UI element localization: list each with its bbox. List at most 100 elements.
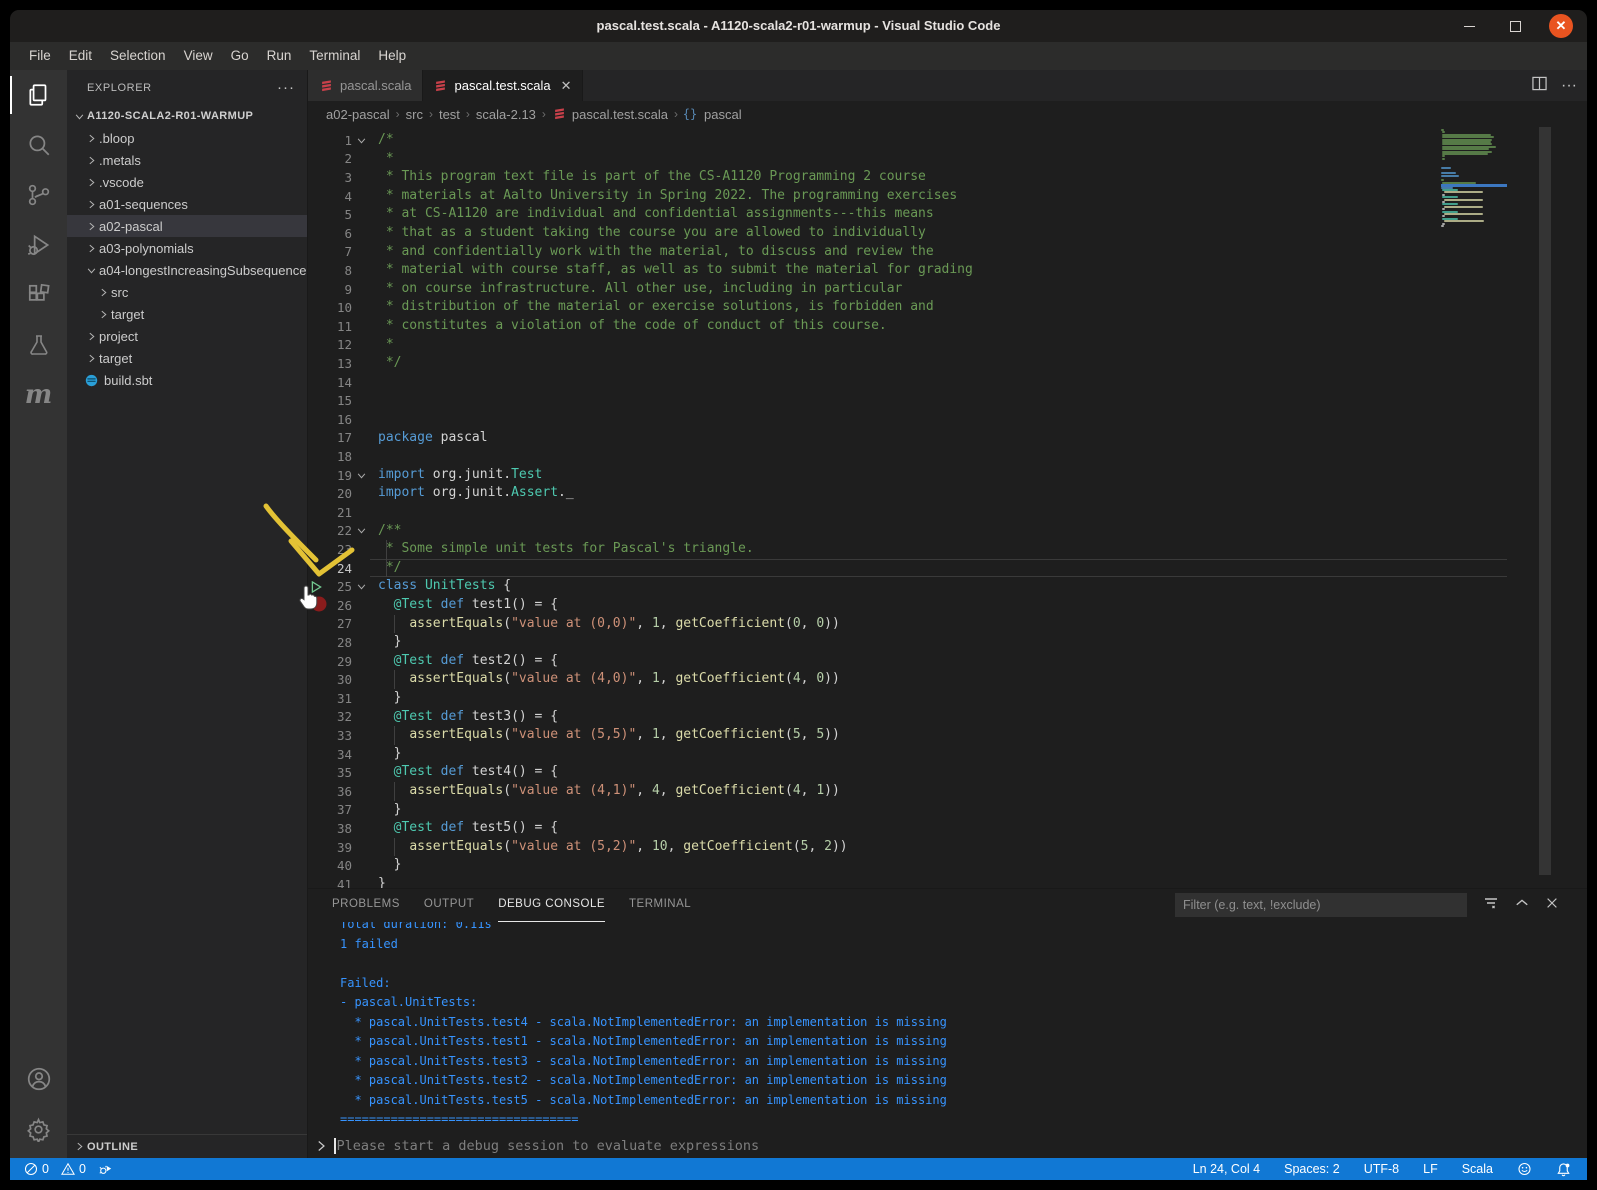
code-line-28[interactable]: 28 } [308,633,1507,652]
status-errors[interactable]: 0 [20,1162,53,1176]
activity-run-and-debug[interactable] [10,220,67,270]
status-warnings[interactable]: 0 [57,1162,90,1176]
code-line-27[interactable]: 27 assertEquals("value at (0,0)", 1, get… [308,615,1507,634]
panel-tab-debug-console[interactable]: DEBUG CONSOLE [498,889,605,922]
breadcrumb-test[interactable]: test [439,107,460,122]
code-line-9[interactable]: 9 * on course infrastructure. All other … [308,280,1507,299]
code-line-1[interactable]: 1/* [308,131,1507,150]
breadcrumb-src[interactable]: src [406,107,423,122]
code-line-10[interactable]: 10 * distribution of the material or exe… [308,298,1507,317]
menu-selection[interactable]: Selection [101,42,175,70]
code-line-2[interactable]: 2 * [308,150,1507,169]
tree-item-a04-longestincreasingsubsequence[interactable]: a04-longestIncreasingSubsequence [67,259,307,281]
tree-item-project[interactable]: project [67,325,307,347]
explorer-more-actions-icon[interactable]: ··· [277,79,295,96]
tree-item-a1120-scala2-r01-warmup[interactable]: A1120-SCALA2-R01-WARMUP [67,105,307,127]
run-test-icon[interactable] [308,581,324,593]
panel-tab-output[interactable]: OUTPUT [424,889,474,922]
fold-chevron-icon[interactable] [352,471,370,480]
tree-item-target[interactable]: target [67,347,307,369]
code-line-26[interactable]: 26 @Test def test1() = { [308,596,1507,615]
code-line-19[interactable]: 19import org.junit.Test [308,466,1507,485]
code-line-39[interactable]: 39 assertEquals("value at (5,2)", 10, ge… [308,838,1507,857]
maximize-button[interactable] [1503,14,1527,38]
title-bar[interactable]: pascal.test.scala - A1120-scala2-r01-war… [10,10,1587,42]
activity-source-control[interactable] [10,170,67,220]
fold-chevron-icon[interactable] [352,582,370,591]
menu-edit[interactable]: Edit [60,42,101,70]
panel-tab-problems[interactable]: PROBLEMS [332,889,400,922]
outline-section[interactable]: OUTLINE [67,1134,307,1158]
status-debug-status[interactable] [94,1162,117,1176]
status-feedback[interactable] [1517,1162,1532,1176]
tree-item-.vscode[interactable]: .vscode [67,171,307,193]
console-filter-input[interactable] [1175,893,1467,917]
tree-item-target[interactable]: target [67,303,307,325]
code-line-17[interactable]: 17package pascal [308,429,1507,448]
tree-item-a01-sequences[interactable]: a01-sequences [67,193,307,215]
code-line-37[interactable]: 37 } [308,801,1507,820]
code-line-11[interactable]: 11 * constitutes a violation of the code… [308,317,1507,336]
tree-item-build.sbt[interactable]: build.sbt [67,369,307,391]
code-line-6[interactable]: 6 * that as a student taking the course … [308,224,1507,243]
breadcrumb-pascal.test.scala[interactable]: pascal.test.scala [552,107,668,122]
activity-accounts[interactable] [10,1054,67,1104]
tab-pascal.scala[interactable]: pascal.scala [308,70,423,101]
code-line-38[interactable]: 38 @Test def test5() = { [308,819,1507,838]
menu-run[interactable]: Run [258,42,301,70]
panel-tab-terminal[interactable]: TERMINAL [629,889,691,922]
code-line-8[interactable]: 8 * material with course staff, as well … [308,261,1507,280]
tree-item-a02-pascal[interactable]: a02-pascal [67,215,307,237]
tab-pascal.test.scala[interactable]: pascal.test.scala✕ [423,70,583,101]
code-line-35[interactable]: 35 @Test def test4() = { [308,763,1507,782]
close-tab-icon[interactable]: ✕ [561,78,572,94]
code-line-12[interactable]: 12 * [308,336,1507,355]
status-encoding[interactable]: UTF-8 [1364,1162,1399,1176]
code-line-41[interactable]: 41} [308,875,1507,888]
menu-view[interactable]: View [175,42,222,70]
tree-item-src[interactable]: src [67,281,307,303]
breadcrumb-a02-pascal[interactable]: a02-pascal [326,107,390,122]
breadcrumb-pascal[interactable]: {}pascal [684,107,742,122]
code-line-7[interactable]: 7 * and confidentially work with the mat… [308,243,1507,262]
code-line-24[interactable]: 24 */ [308,559,1507,578]
menu-help[interactable]: Help [369,42,415,70]
code-line-32[interactable]: 32 @Test def test3() = { [308,708,1507,727]
code-line-5[interactable]: 5 * at CS-A1120 are individual and confi… [308,205,1507,224]
maximize-panel-icon[interactable] [1515,896,1529,915]
menu-go[interactable]: Go [222,42,258,70]
fold-chevron-icon[interactable] [352,136,370,145]
tree-item-.metals[interactable]: .metals [67,149,307,171]
tree-item-.bloop[interactable]: .bloop [67,127,307,149]
activity-settings[interactable] [10,1104,67,1154]
status-language-mode[interactable]: Scala [1462,1162,1493,1176]
activity-search[interactable] [10,120,67,170]
more-actions-icon[interactable]: ··· [1561,77,1577,95]
code-editor[interactable]: 1/*2 *3 * This program text file is part… [308,127,1587,888]
code-line-20[interactable]: 20import org.junit.Assert._ [308,484,1507,503]
code-line-14[interactable]: 14 [308,373,1507,392]
code-line-16[interactable]: 16 [308,410,1507,429]
code-line-23[interactable]: 23 * Some simple unit tests for Pascal's… [308,540,1507,559]
fold-chevron-icon[interactable] [352,526,370,535]
activity-testing[interactable] [10,320,67,370]
split-editor-icon[interactable] [1532,76,1547,96]
activity-metals[interactable]: m [10,370,67,420]
code-line-18[interactable]: 18 [308,447,1507,466]
code-line-40[interactable]: 40 } [308,856,1507,875]
status-notifications[interactable] [1556,1162,1571,1177]
code-line-30[interactable]: 30 assertEquals("value at (4,0)", 1, get… [308,670,1507,689]
menu-terminal[interactable]: Terminal [300,42,369,70]
vertical-scrollbar[interactable] [1539,127,1551,875]
code-line-25[interactable]: 25class UnitTests { [308,577,1507,596]
code-line-22[interactable]: 22/** [308,522,1507,541]
code-line-4[interactable]: 4 * materials at Aalto University in Spr… [308,187,1507,206]
activity-explorer[interactable] [10,70,67,120]
menu-file[interactable]: File [20,42,60,70]
debug-console-input[interactable]: Please start a debug session to evaluate… [308,1134,1587,1158]
close-button[interactable]: ✕ [1549,14,1573,38]
code-line-33[interactable]: 33 assertEquals("value at (5,5)", 1, get… [308,726,1507,745]
close-panel-icon[interactable] [1545,896,1559,915]
breadcrumb-scala-2.13[interactable]: scala-2.13 [476,107,536,122]
status-indentation[interactable]: Spaces: 2 [1284,1162,1340,1176]
